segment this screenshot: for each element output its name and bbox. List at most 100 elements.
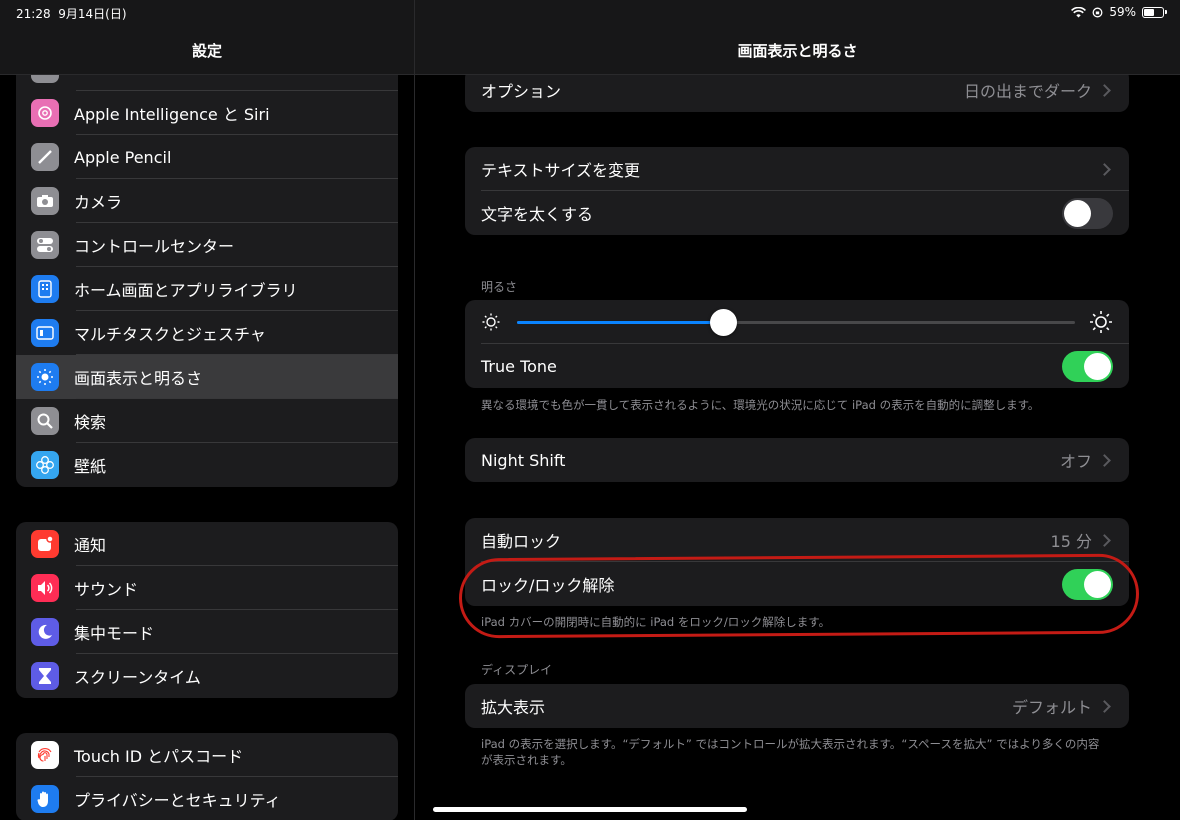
sidebar-item-pencil[interactable]: Apple Pencil bbox=[16, 135, 398, 179]
sidebar-item-label: コントロールセンター bbox=[74, 237, 235, 256]
display-zoom-value: デフォルト bbox=[1011, 698, 1092, 717]
sidebar-item-label: スクリーンタイム bbox=[74, 668, 201, 687]
brightness-icon bbox=[31, 363, 59, 391]
sidebar-item-privacy-hand[interactable]: プライバシーとセキュリティ bbox=[16, 777, 398, 820]
battery-percent: 59% bbox=[1109, 5, 1136, 19]
sidebar-item-home-screen[interactable]: ホーム画面とアプリライブラリ bbox=[16, 267, 398, 311]
auto-lock-value: 15 分 bbox=[1050, 532, 1092, 551]
sound-icon bbox=[31, 574, 59, 602]
auto-lock-row[interactable]: 自動ロック 15 分 bbox=[465, 518, 1129, 562]
sidebar-item-multitasking[interactable]: マルチタスクとジェスチャ bbox=[16, 311, 398, 355]
sidebar-group-general: Apple Intelligence と Siri Apple Pencil カメラ… bbox=[16, 47, 398, 487]
text-card: テキストサイズを変更 文字を太くする bbox=[465, 147, 1129, 235]
true-tone-footnote: 異なる環境でも色が一貫して表示されるように、環境光の状況に応じて iPad の表… bbox=[481, 398, 1040, 412]
status-time: 21:28 9月14日(日) bbox=[16, 7, 127, 21]
sidebar-item-label: 画面表示と明るさ bbox=[74, 369, 203, 388]
hourglass-icon bbox=[31, 662, 59, 690]
sidebar-item-focus-moon[interactable]: 集中モード bbox=[16, 610, 398, 654]
text-size-label: テキストサイズを変更 bbox=[481, 161, 641, 180]
bold-text-toggle[interactable] bbox=[1062, 197, 1113, 229]
sidebar-item-label: カメラ bbox=[74, 193, 123, 212]
sidebar-item-label: プライバシーとセキュリティ bbox=[74, 791, 281, 810]
sidebar-item-label: 集中モード bbox=[74, 624, 155, 643]
sidebar-item-label: Touch ID とパスコード bbox=[74, 747, 244, 766]
lock-card: 自動ロック 15 分 ロック/ロック解除 bbox=[465, 518, 1129, 606]
sidebar-group-notifications: 通知サウンド集中モードスクリーンタイム bbox=[16, 522, 398, 698]
page-title: 画面表示と明るさ bbox=[737, 42, 858, 60]
home-indicator[interactable] bbox=[433, 807, 747, 812]
options-label: オプション bbox=[481, 82, 562, 101]
auto-lock-label: 自動ロック bbox=[481, 532, 562, 551]
settings-sidebar: 設定 Apple Intelligence と Siri Apple Pencil… bbox=[0, 0, 414, 820]
sidebar-item-hourglass[interactable]: スクリーンタイム bbox=[16, 654, 398, 698]
sidebar-item-label: 壁紙 bbox=[74, 457, 107, 476]
sidebar-item-search[interactable]: 検索 bbox=[16, 399, 398, 443]
display-zoom-label: 拡大表示 bbox=[481, 698, 546, 717]
apple-intelligence-icon bbox=[31, 99, 59, 127]
chevron-right-icon bbox=[1098, 162, 1111, 176]
chevron-right-icon bbox=[1098, 453, 1111, 467]
sidebar-item-camera[interactable]: カメラ bbox=[16, 179, 398, 223]
sidebar-item-label: 通知 bbox=[74, 536, 107, 555]
bold-text-row: 文字を太くする bbox=[465, 191, 1129, 235]
fingerprint-icon bbox=[31, 741, 59, 769]
sidebar-item-label: Apple Pencil bbox=[74, 147, 172, 167]
sidebar-item-label: ホーム画面とアプリライブラリ bbox=[74, 281, 298, 300]
home-screen-icon bbox=[31, 275, 59, 303]
display-zoom-card: 拡大表示 デフォルト bbox=[465, 684, 1129, 728]
night-shift-value: オフ bbox=[1059, 452, 1092, 471]
display-section-label: ディスプレイ bbox=[481, 663, 553, 677]
focus-moon-icon bbox=[31, 618, 59, 646]
sun-small-icon bbox=[482, 313, 500, 331]
camera-icon bbox=[31, 187, 59, 215]
lock-unlock-row: ロック/ロック解除 bbox=[465, 562, 1129, 606]
sidebar-title: 設定 bbox=[191, 42, 222, 60]
pencil-icon bbox=[31, 143, 59, 171]
sidebar-item-notifications[interactable]: 通知 bbox=[16, 522, 398, 566]
chevron-right-icon bbox=[1098, 533, 1111, 547]
chevron-right-icon bbox=[1098, 699, 1111, 713]
control-center-icon bbox=[31, 231, 59, 259]
brightness-slider-thumb[interactable] bbox=[710, 309, 738, 336]
sidebar-item-label: サウンド bbox=[74, 580, 139, 599]
brightness-card: True Tone bbox=[465, 300, 1129, 388]
sun-large-icon bbox=[1090, 311, 1112, 333]
sidebar-group-security: Touch ID とパスコードプライバシーとセキュリティ bbox=[16, 733, 398, 820]
status-bar: 21:28 9月14日(日) 59% bbox=[0, 0, 1180, 24]
brightness-section-label: 明るさ bbox=[481, 280, 518, 294]
true-tone-toggle[interactable] bbox=[1062, 350, 1113, 382]
lock-unlock-footnote: iPad カバーの開閉時に自動的に iPad をロック/ロック解除します。 bbox=[481, 615, 831, 629]
status-right: 59% bbox=[1071, 5, 1167, 19]
wallpaper-icon bbox=[31, 451, 59, 479]
true-tone-row: True Tone bbox=[465, 344, 1129, 388]
display-brightness-pane: 画面表示と明るさ オプション 日の出までダーク テキストサイズを変更 文字を太く… bbox=[415, 0, 1180, 820]
sidebar-item-fingerprint[interactable]: Touch ID とパスコード bbox=[16, 733, 398, 777]
battery-icon bbox=[1142, 6, 1167, 18]
sidebar-item-control-center[interactable]: コントロールセンター bbox=[16, 223, 398, 267]
lock-unlock-label: ロック/ロック解除 bbox=[481, 576, 615, 595]
sidebar-item-sound[interactable]: サウンド bbox=[16, 566, 398, 610]
night-shift-card: Night Shift オフ bbox=[465, 438, 1129, 482]
display-zoom-footnote: iPad の表示を選択します。“デフォルト” ではコントロールが拡大表示されます… bbox=[481, 737, 1100, 767]
chevron-right-icon bbox=[1098, 83, 1111, 97]
notifications-icon bbox=[31, 530, 59, 558]
privacy-hand-icon bbox=[31, 785, 59, 813]
brightness-slider[interactable] bbox=[517, 309, 1075, 336]
sidebar-item-wallpaper[interactable]: 壁紙 bbox=[16, 443, 398, 487]
multitasking-icon bbox=[31, 319, 59, 347]
night-shift-label: Night Shift bbox=[481, 450, 566, 470]
display-zoom-row[interactable]: 拡大表示 デフォルト bbox=[465, 684, 1129, 728]
sidebar-item-label: Apple Intelligence と Siri bbox=[74, 105, 270, 124]
sidebar-item-label: マルチタスクとジェスチャ bbox=[74, 325, 266, 344]
text-size-row[interactable]: テキストサイズを変更 bbox=[465, 147, 1129, 191]
sidebar-item-brightness[interactable]: 画面表示と明るさ bbox=[16, 355, 398, 399]
search-icon bbox=[31, 407, 59, 435]
lock-unlock-toggle[interactable] bbox=[1062, 568, 1113, 600]
night-shift-row[interactable]: Night Shift オフ bbox=[465, 438, 1129, 482]
true-tone-label: True Tone bbox=[481, 356, 557, 376]
screen-rotation-lock-icon bbox=[1092, 7, 1103, 17]
sidebar-item-apple-intelligence[interactable]: Apple Intelligence と Siri bbox=[16, 91, 398, 135]
sidebar-item-label: 検索 bbox=[74, 413, 107, 432]
wifi-icon bbox=[1071, 6, 1087, 17]
brightness-slider-row bbox=[465, 300, 1129, 344]
